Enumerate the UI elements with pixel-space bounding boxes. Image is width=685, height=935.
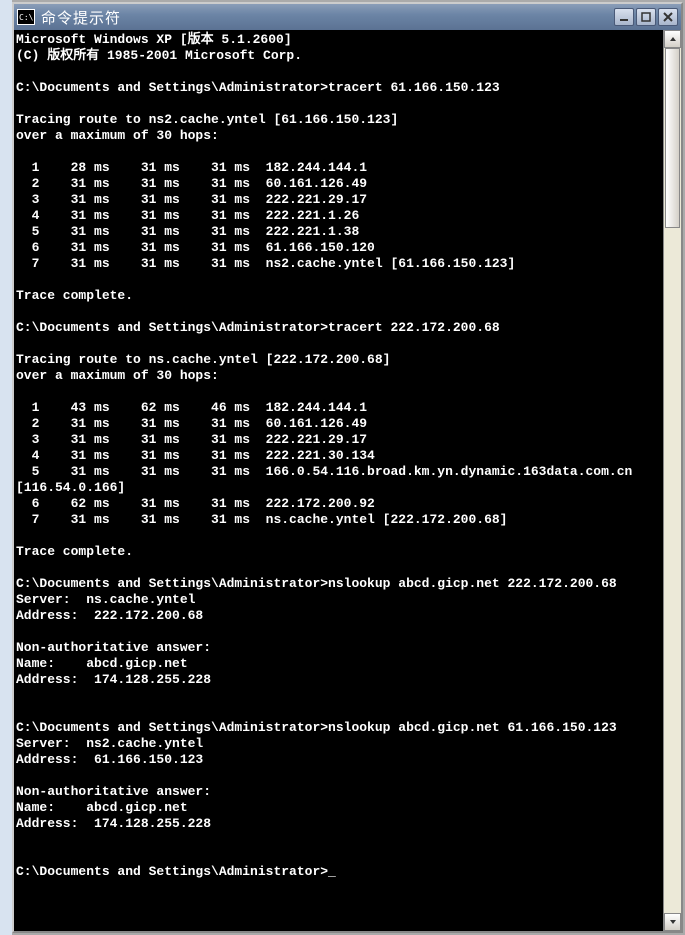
scroll-down-button[interactable] [664,913,681,931]
cmd-window: C:\ 命令提示符 Microsoft Windows XP [版本 5.1.2… [12,2,683,933]
scroll-track[interactable] [664,48,681,913]
client-area: Microsoft Windows XP [版本 5.1.2600] (C) 版… [14,30,681,931]
terminal-output[interactable]: Microsoft Windows XP [版本 5.1.2600] (C) 版… [14,30,663,931]
window-controls [614,8,678,26]
scroll-thumb[interactable] [665,48,680,228]
titlebar[interactable]: C:\ 命令提示符 [14,4,681,30]
maximize-button[interactable] [636,8,656,26]
close-button[interactable] [658,8,678,26]
scroll-up-button[interactable] [664,30,681,48]
minimize-button[interactable] [614,8,634,26]
cmd-icon: C:\ [17,9,35,25]
desktop-strip [0,0,12,935]
window-title: 命令提示符 [41,7,614,28]
scrollbar [663,30,681,931]
